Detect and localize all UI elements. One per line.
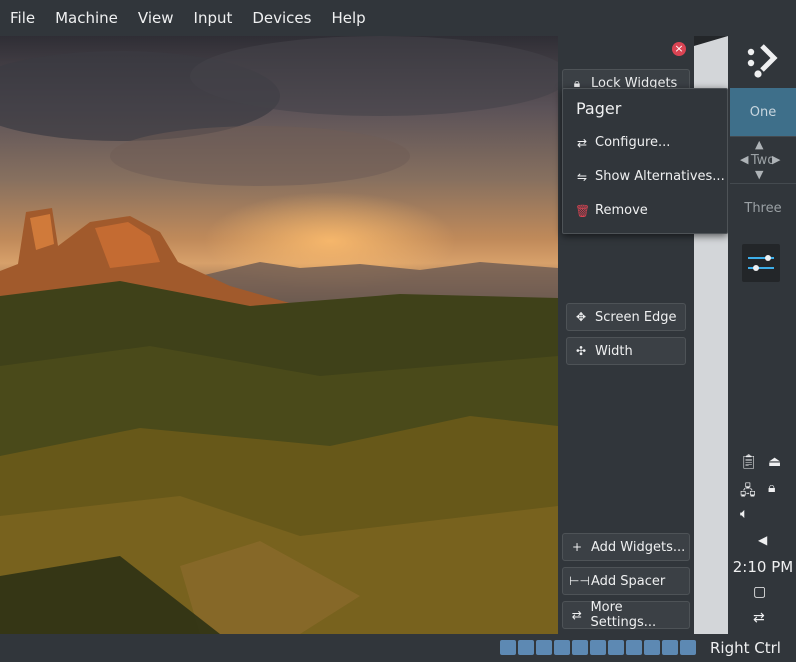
show-alternatives-menu-item[interactable]: ⇋ Show Alternatives... [575,169,725,184]
optical-drive-icon[interactable] [518,640,534,655]
alternatives-icon: ⇋ [576,169,588,184]
remove-label: Remove [595,203,648,218]
display-icon[interactable] [608,640,624,655]
volume-icon[interactable]: 🔈︎ [740,506,748,522]
network-adapter-icon[interactable] [554,640,570,655]
move-up-arrow-icon: ▲ [755,138,764,151]
panel-settings-widget-icon[interactable] [742,244,780,282]
desktop-wallpaper [0,36,558,634]
remove-menu-item[interactable]: 🗑︎ Remove [575,203,648,218]
desktop-one-label: One [749,104,777,120]
show-desktop-icon[interactable]: ▢ [753,584,766,600]
more-settings-label: More Settings... [590,600,657,630]
device-status-icons [500,640,698,655]
kde-panel: One Two ▲ ▼ ◀ ▶ Three 📋︎ ⏏ 🖧 🔒︎ 🔈︎ ◀ 2:1… [728,36,796,634]
digital-clock[interactable]: 2:10 PM [730,558,796,576]
application-launcher-icon[interactable] [742,42,782,82]
menu-view[interactable]: View [128,9,184,27]
menu-file[interactable]: File [0,9,45,27]
configure-label: Configure... [595,135,671,150]
configure-menu-item[interactable]: ⇄ Configure... [575,135,670,150]
move-down-arrow-icon: ▼ [755,168,764,181]
plus-icon: + [571,540,583,554]
desktop-three-label: Three [744,200,782,216]
vault-lock-icon[interactable]: 🔒︎ [768,480,775,496]
move-left-arrow-icon: ◀ [740,153,749,166]
move-right-arrow-icon: ▶ [772,153,781,166]
popup-title: Pager [576,99,622,118]
clipboard-icon[interactable]: 📋︎ [740,454,758,470]
host-key-label: Right Ctrl [710,639,781,657]
move-icon: ✥ [575,310,587,324]
audio-icon[interactable] [536,640,552,655]
mouse-integration-icon[interactable] [662,640,678,655]
vt-x-icon[interactable] [644,640,660,655]
removable-device-icon[interactable]: ⏏ [768,454,781,470]
recording-icon[interactable] [626,640,642,655]
menu-devices[interactable]: Devices [242,9,321,27]
guest-screen[interactable]: × 🔒︎ Lock Widgets ✥ Screen Edge ✣ Width … [0,36,796,634]
trash-icon: 🗑︎ [575,203,591,218]
pager-desktop-one[interactable]: One [730,88,796,136]
menu-help[interactable]: Help [321,9,375,27]
resize-icon: ✣ [575,344,587,358]
spacer-icon: ⊢⊣ [569,574,590,588]
panel-options-icon[interactable]: ⇄ [753,610,765,626]
menu-bar: File Machine View Input Devices Help [0,0,796,36]
usb-icon[interactable] [572,640,588,655]
harddisk-icon[interactable] [500,640,516,655]
screen-edge-button[interactable]: ✥ Screen Edge [566,303,686,331]
menu-machine[interactable]: Machine [45,9,128,27]
show-alternatives-label: Show Alternatives... [595,169,725,184]
screen-edge-label: Screen Edge [595,309,677,325]
add-spacer-label: Add Spacer [591,573,666,589]
add-widgets-button[interactable]: + Add Widgets... [562,533,690,561]
shared-folders-icon[interactable] [590,640,606,655]
panel-edge-wedge [694,36,728,46]
close-icon[interactable]: × [672,42,686,56]
add-spacer-button[interactable]: ⊢⊣ Add Spacer [562,567,690,595]
pager-widget-popup: Pager ⇄ Configure... ⇋ Show Alternatives… [562,88,728,234]
vm-status-bar: Right Ctrl [0,634,796,662]
network-icon[interactable]: 🖧 [740,480,756,504]
more-settings-button[interactable]: ⇄ More Settings... [562,600,690,630]
expand-tray-arrow-icon[interactable]: ◀ [758,533,767,547]
add-widgets-label: Add Widgets... [591,539,686,555]
menu-input[interactable]: Input [184,9,243,27]
width-label: Width [595,343,633,359]
keyboard-capture-icon[interactable] [680,640,696,655]
settings-sliders-icon: ⇄ [571,608,582,622]
pager-desktop-three[interactable]: Three [730,184,796,232]
width-button[interactable]: ✣ Width [566,337,686,365]
configure-icon: ⇄ [576,135,588,150]
